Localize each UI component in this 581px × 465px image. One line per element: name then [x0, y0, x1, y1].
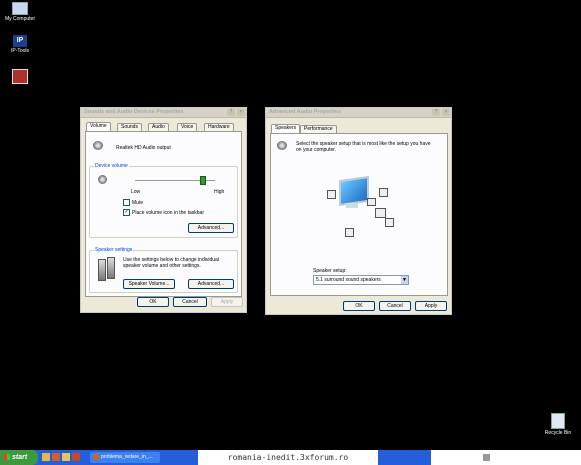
speaker-device-icon	[277, 141, 287, 150]
desktop-icon-my-computer[interactable]: My Computer	[0, 2, 40, 22]
rear-right-speaker	[385, 218, 394, 227]
title-bar[interactable]: Sounds and Audio Devices Properties ? ×	[81, 108, 246, 118]
ok-button[interactable]: OK	[137, 297, 169, 307]
volume-tab-panel: Realtek HD Audio output Device volume Lo…	[85, 131, 242, 297]
tab-voice[interactable]: Voice	[177, 123, 198, 131]
browser-icon	[93, 453, 99, 460]
system-tray	[431, 450, 581, 465]
device-volume-label: Device volume	[94, 163, 129, 169]
start-button[interactable]: start	[0, 450, 38, 465]
mute-label: Mute	[132, 200, 144, 206]
help-button[interactable]: ?	[432, 109, 440, 116]
taskbar: start problema_redare_in_... romania-ine…	[0, 450, 581, 465]
volume-low-label: Low	[131, 189, 141, 195]
quick-launch-icon[interactable]	[72, 453, 80, 461]
speakers-icon	[98, 257, 115, 281]
tab-strip: Speakers Performance	[270, 124, 447, 133]
close-button[interactable]: ×	[442, 109, 450, 116]
quick-launch-icon[interactable]	[52, 453, 60, 461]
subwoofer	[375, 208, 386, 218]
taskbar-volume-icon-label: Place volume icon in the taskbar	[132, 210, 204, 216]
front-left-speaker	[327, 190, 336, 199]
volume-speaker-icon	[98, 175, 107, 184]
quick-launch-icon[interactable]	[42, 453, 50, 461]
volume-advanced-button[interactable]: Advanced...	[188, 223, 234, 233]
surround-setup-illustration	[319, 170, 399, 250]
watermark: romania-inedit.3xforum.ro	[198, 450, 378, 465]
tab-performance[interactable]: Performance	[300, 125, 337, 133]
speaker-volume-button[interactable]: Speaker Volume...	[123, 279, 175, 289]
speakers-tab-panel: Select the speaker setup that is most li…	[270, 133, 448, 296]
ok-button[interactable]: OK	[343, 301, 375, 311]
taskbar-window-label: problema_redare_in_...	[101, 454, 153, 460]
speaker-setup-label: Speaker setup:	[313, 268, 347, 274]
monitor-illustration	[339, 175, 369, 207]
speaker-device-icon	[93, 141, 103, 150]
front-right-speaker	[379, 188, 388, 197]
device-volume-group: Device volume Low High Mute ✓ Place volu…	[89, 163, 238, 238]
tab-strip: Volume Sounds Audio Voice Hardware	[85, 122, 242, 131]
tab-speakers[interactable]: Speakers	[271, 124, 301, 133]
volume-high-label: High	[214, 189, 225, 195]
sounds-audio-properties-window: Sounds and Audio Devices Properties ? × …	[80, 107, 247, 313]
device-name: Realtek HD Audio output	[116, 145, 171, 151]
desktop-icon-label: IP-Tools	[10, 48, 30, 54]
title-bar[interactable]: Advanced Audio Properties ? ×	[266, 108, 451, 118]
center-speaker	[367, 198, 376, 206]
advanced-audio-properties-window: Advanced Audio Properties ? × Speakers P…	[265, 107, 452, 315]
apply-button[interactable]: Apply	[415, 301, 447, 311]
apply-button[interactable]: Apply	[211, 297, 243, 307]
speaker-setup-select[interactable]: 5.1 surround sound speakers ▼	[313, 275, 409, 285]
desktop-icon-label: My Computer	[4, 16, 35, 22]
mute-checkbox[interactable]	[123, 199, 130, 206]
rear-left-speaker	[345, 228, 354, 237]
window-title: Sounds and Audio Devices Properties	[84, 109, 184, 115]
speaker-advanced-button[interactable]: Advanced...	[188, 279, 234, 289]
tab-audio[interactable]: Audio	[148, 123, 169, 131]
quick-launch-icon[interactable]	[62, 453, 70, 461]
tab-volume[interactable]: Volume	[86, 122, 111, 131]
speaker-settings-description: Use the settings below to change individ…	[123, 257, 219, 269]
desktop-icon-recycle-bin[interactable]: Recycle Bin	[538, 413, 578, 436]
cancel-button[interactable]: Cancel	[173, 297, 207, 307]
speaker-settings-group: Speaker settings Use the settings below …	[89, 247, 238, 293]
desktop-icon-app-shortcut[interactable]	[0, 69, 40, 85]
speaker-setup-instruction: Select the speaker setup that is most li…	[296, 141, 431, 153]
taskbar-volume-icon-checkbox[interactable]: ✓	[123, 209, 130, 216]
window-title: Advanced Audio Properties	[269, 109, 341, 115]
desktop-icon-label: Recycle Bin	[544, 430, 572, 436]
my-computer-icon	[12, 2, 28, 15]
volume-slider-thumb[interactable]	[200, 176, 206, 185]
chevron-down-icon[interactable]: ▼	[401, 276, 408, 284]
monitor-stand	[346, 203, 358, 208]
cancel-button[interactable]: Cancel	[379, 301, 411, 311]
ip-tools-icon: IP	[13, 35, 27, 47]
desktop-icon-ip-tools[interactable]: IP IP-Tools	[0, 35, 40, 54]
tray-icon[interactable]	[483, 454, 490, 461]
volume-slider[interactable]	[135, 176, 215, 185]
help-button[interactable]: ?	[227, 109, 235, 116]
windows-logo-icon	[4, 454, 10, 461]
tab-sounds[interactable]: Sounds	[117, 123, 142, 131]
taskbar-window-button[interactable]: problema_redare_in_...	[90, 452, 160, 463]
app-shortcut-icon	[12, 69, 28, 84]
close-button[interactable]: ×	[237, 109, 245, 116]
speaker-settings-label: Speaker settings	[94, 247, 134, 253]
tab-hardware[interactable]: Hardware	[204, 123, 234, 131]
speaker-setup-value: 5.1 surround sound speakers	[316, 277, 381, 283]
start-label: start	[12, 454, 28, 461]
quick-launch	[42, 453, 86, 462]
recycle-bin-icon	[551, 413, 565, 429]
